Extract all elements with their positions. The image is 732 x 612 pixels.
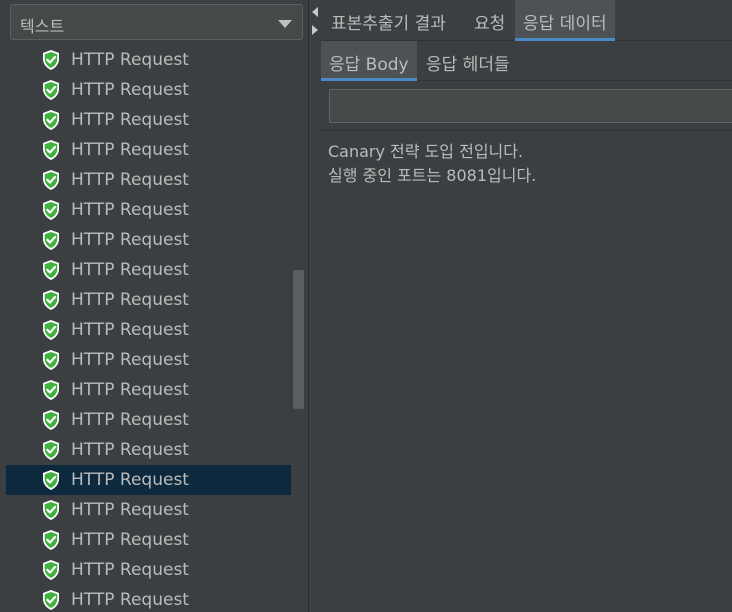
tree-item-http-request[interactable]: HTTP Request bbox=[6, 315, 291, 345]
tree-scrollbar-thumb[interactable] bbox=[293, 270, 304, 409]
green-shield-check-icon bbox=[43, 590, 59, 610]
search-bar bbox=[321, 81, 732, 131]
search-input[interactable] bbox=[329, 89, 732, 123]
tree-item-http-request[interactable]: HTTP Request bbox=[6, 585, 291, 612]
tree-item-http-request[interactable]: HTTP Request bbox=[6, 435, 291, 465]
green-shield-check-icon bbox=[43, 530, 59, 550]
tab-response-body[interactable]: 응답 Body bbox=[321, 41, 417, 81]
collapse-right-icon[interactable] bbox=[312, 25, 318, 35]
tree-item-label: HTTP Request bbox=[71, 320, 189, 340]
tree-item-label: HTTP Request bbox=[71, 260, 189, 280]
tree-item-http-request[interactable]: HTTP Request bbox=[6, 165, 291, 195]
tree-item-http-request[interactable]: HTTP Request bbox=[6, 105, 291, 135]
tree-item-label: HTTP Request bbox=[71, 200, 189, 220]
green-shield-check-icon bbox=[43, 80, 59, 100]
green-shield-check-icon bbox=[43, 260, 59, 280]
tree-item-http-request[interactable]: HTTP Request bbox=[6, 45, 291, 75]
tree-item-http-request[interactable]: HTTP Request bbox=[6, 285, 291, 315]
tree-item-http-request[interactable]: HTTP Request bbox=[6, 405, 291, 435]
tree-item-http-request[interactable]: HTTP Request bbox=[6, 525, 291, 555]
renderer-select-value: 텍스트 bbox=[20, 17, 65, 36]
tab-response-headers[interactable]: 응답 헤더들 bbox=[418, 41, 518, 81]
green-shield-check-icon bbox=[43, 320, 59, 340]
collapse-left-icon[interactable] bbox=[312, 7, 318, 17]
green-shield-check-icon bbox=[43, 380, 59, 400]
tree-item-label: HTTP Request bbox=[71, 560, 189, 580]
green-shield-check-icon bbox=[43, 410, 59, 430]
tree-item-label: HTTP Request bbox=[71, 170, 189, 190]
tree-item-http-request[interactable]: HTTP Request bbox=[6, 195, 291, 225]
green-shield-check-icon bbox=[43, 560, 59, 580]
response-body-text: Canary 전략 도입 전입니다. 실행 중인 포트는 8081입니다. bbox=[328, 140, 536, 188]
green-shield-check-icon bbox=[43, 140, 59, 160]
green-shield-check-icon bbox=[43, 290, 59, 310]
tree-item-http-request[interactable]: HTTP Request bbox=[6, 135, 291, 165]
tree-item-http-request[interactable]: HTTP Request bbox=[6, 255, 291, 285]
tree-item-label: HTTP Request bbox=[71, 230, 189, 250]
green-shield-check-icon bbox=[43, 500, 59, 520]
tree-item-label: HTTP Request bbox=[71, 470, 189, 490]
tab-sampler-result[interactable]: 표본추출기 결과 bbox=[323, 0, 454, 41]
tree-item-label: HTTP Request bbox=[71, 350, 189, 370]
tree-item-label: HTTP Request bbox=[71, 50, 189, 70]
response-data-tabs: 응답 Body 응답 헤더들 bbox=[321, 41, 732, 81]
tree-item-label: HTTP Request bbox=[71, 290, 189, 310]
green-shield-check-icon bbox=[43, 440, 59, 460]
tree-item-label: HTTP Request bbox=[71, 440, 189, 460]
tree-item-http-request[interactable]: HTTP Request bbox=[6, 555, 291, 585]
tree-item-http-request[interactable]: HTTP Request bbox=[6, 75, 291, 105]
results-tree-panel: 텍스트 HTTP Request HTTP Request HTTP Request… bbox=[0, 0, 308, 612]
response-body-line: Canary 전략 도입 전입니다. bbox=[328, 142, 524, 161]
tab-request[interactable]: 요청 bbox=[466, 0, 513, 41]
green-shield-check-icon bbox=[43, 470, 59, 490]
green-shield-check-icon bbox=[43, 50, 59, 70]
detail-tabs: 표본추출기 결과 요청 응답 데이터 bbox=[321, 0, 732, 41]
tree-item-http-request[interactable]: HTTP Request bbox=[6, 495, 291, 525]
green-shield-check-icon bbox=[43, 230, 59, 250]
tree-item-label: HTTP Request bbox=[71, 530, 189, 550]
response-body-line: 실행 중인 포트는 8081입니다. bbox=[328, 166, 537, 185]
green-shield-check-icon bbox=[43, 170, 59, 190]
tree-item-label: HTTP Request bbox=[71, 110, 189, 130]
tree-item-http-request[interactable]: HTTP Request bbox=[6, 375, 291, 405]
panel-splitter[interactable] bbox=[308, 0, 321, 612]
tree-item-label: HTTP Request bbox=[71, 80, 189, 100]
tree-item-http-request[interactable]: HTTP Request bbox=[6, 225, 291, 255]
tree-item-label: HTTP Request bbox=[71, 500, 189, 520]
sampler-results-tree: HTTP Request HTTP Request HTTP Request HTTP… bbox=[6, 45, 291, 612]
renderer-select[interactable]: 텍스트 bbox=[10, 4, 303, 40]
tree-item-http-request[interactable]: HTTP Request bbox=[6, 345, 291, 375]
tree-item-http-request[interactable]: HTTP Request bbox=[6, 465, 291, 495]
tree-item-label: HTTP Request bbox=[71, 590, 189, 610]
chevron-down-icon[interactable] bbox=[278, 20, 292, 28]
green-shield-check-icon bbox=[43, 110, 59, 130]
green-shield-check-icon bbox=[43, 200, 59, 220]
green-shield-check-icon bbox=[43, 350, 59, 370]
tree-item-label: HTTP Request bbox=[71, 380, 189, 400]
result-detail-panel: 표본추출기 결과 요청 응답 데이터 응답 Body 응답 헤더들 Canary… bbox=[321, 0, 732, 612]
tree-item-label: HTTP Request bbox=[71, 140, 189, 160]
tree-item-label: HTTP Request bbox=[71, 410, 189, 430]
tab-response-data[interactable]: 응답 데이터 bbox=[515, 0, 615, 41]
